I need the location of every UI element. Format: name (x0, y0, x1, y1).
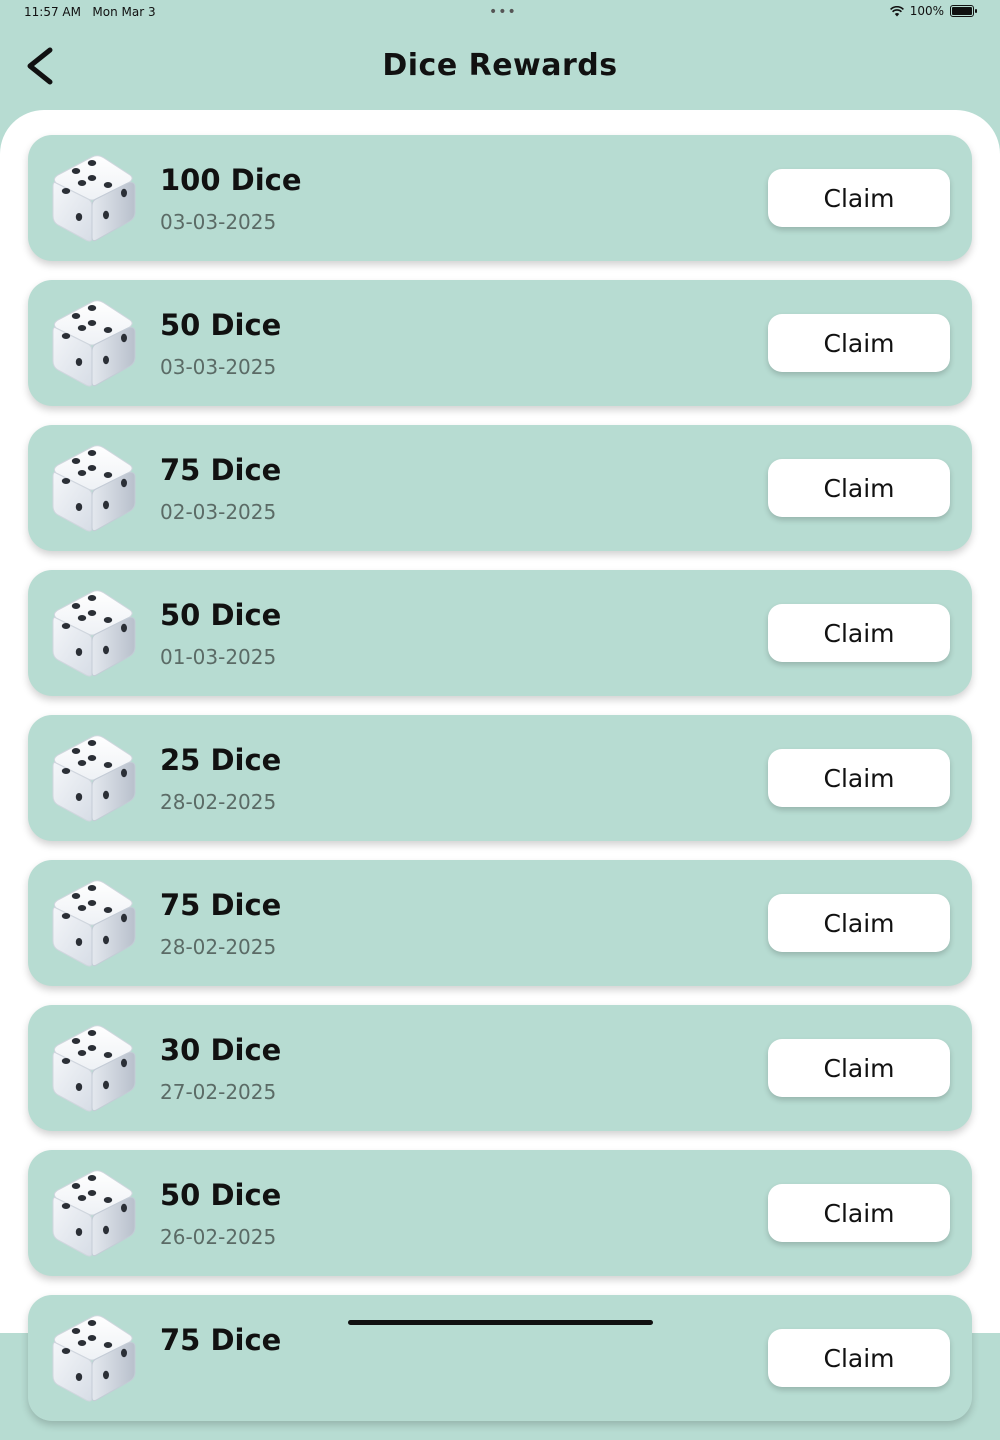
reward-date: 01-03-2025 (160, 645, 277, 669)
reward-date: 27-02-2025 (160, 1080, 277, 1104)
reward-card: 100 Dice 03-03-2025 Claim (28, 135, 972, 261)
reward-amount: 75 Dice (160, 1323, 282, 1357)
dice-icon (52, 155, 136, 242)
multitask-dots-icon[interactable]: ••• (489, 4, 517, 20)
status-bar: 11:57 AM Mon Mar 3 ••• 100% (0, 0, 1000, 26)
wifi-icon (889, 5, 904, 16)
claim-button[interactable]: Claim (768, 1039, 950, 1097)
reward-card: 50 Dice 01-03-2025 Claim (28, 570, 972, 696)
claim-button[interactable]: Claim (768, 1184, 950, 1242)
claim-button[interactable]: Claim (768, 894, 950, 952)
reward-date: 02-03-2025 (160, 500, 277, 524)
reward-amount: 30 Dice (160, 1033, 282, 1067)
reward-date: 26-02-2025 (160, 1225, 277, 1249)
status-clock: 11:57 AM (24, 5, 81, 19)
reward-amount: 25 Dice (160, 743, 282, 777)
status-right: 100% (889, 4, 977, 18)
reward-date: 28-02-2025 (160, 935, 277, 959)
reward-amount: 75 Dice (160, 453, 282, 487)
claim-button[interactable]: Claim (768, 604, 950, 662)
page-title: Dice Rewards (382, 48, 618, 83)
reward-amount: 50 Dice (160, 1178, 282, 1212)
dice-icon (52, 735, 136, 822)
rewards-sheet: 100 Dice 03-03-2025 Claim 50 Dice 03-03-… (0, 110, 1000, 1421)
reward-card: 30 Dice 27-02-2025 Claim (28, 1005, 972, 1131)
reward-amount: 100 Dice (160, 163, 302, 197)
dice-icon (52, 1315, 136, 1402)
dice-icon (52, 590, 136, 677)
reward-card: 75 Dice Claim (28, 1295, 972, 1421)
battery-icon (950, 5, 977, 17)
reward-amount: 50 Dice (160, 308, 282, 342)
claim-button[interactable]: Claim (768, 459, 950, 517)
reward-amount: 50 Dice (160, 598, 282, 632)
reward-card: 50 Dice 26-02-2025 Claim (28, 1150, 972, 1276)
rewards-list: 100 Dice 03-03-2025 Claim 50 Dice 03-03-… (28, 135, 972, 1440)
dice-icon (52, 1170, 136, 1257)
dice-icon (52, 300, 136, 387)
reward-card: 25 Dice 28-02-2025 Claim (28, 715, 972, 841)
status-time: 11:57 AM Mon Mar 3 (24, 5, 156, 19)
reward-amount: 75 Dice (160, 888, 282, 922)
header: Dice Rewards (0, 26, 1000, 110)
claim-button[interactable]: Claim (768, 1329, 950, 1387)
dice-icon (52, 880, 136, 967)
status-date: Mon Mar 3 (92, 5, 156, 19)
reward-card: 75 Dice 28-02-2025 Claim (28, 860, 972, 986)
claim-button[interactable]: Claim (768, 314, 950, 372)
reward-card: 50 Dice 03-03-2025 Claim (28, 280, 972, 406)
reward-date: 03-03-2025 (160, 355, 277, 379)
claim-button[interactable]: Claim (768, 169, 950, 227)
dice-icon (52, 1025, 136, 1112)
claim-button[interactable]: Claim (768, 749, 950, 807)
reward-date: 28-02-2025 (160, 790, 277, 814)
home-indicator[interactable] (348, 1320, 653, 1325)
dice-icon (52, 445, 136, 532)
reward-date: 03-03-2025 (160, 210, 277, 234)
battery-percent: 100% (909, 4, 944, 18)
reward-card: 75 Dice 02-03-2025 Claim (28, 425, 972, 551)
